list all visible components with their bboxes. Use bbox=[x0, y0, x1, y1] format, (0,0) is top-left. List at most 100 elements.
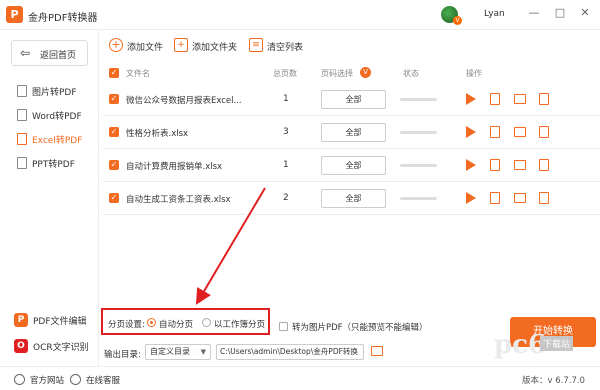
play-icon[interactable] bbox=[466, 93, 476, 105]
col-status: 状态 bbox=[403, 69, 419, 78]
folder-icon[interactable] bbox=[514, 160, 526, 170]
document-icon[interactable] bbox=[490, 126, 500, 138]
home-icon bbox=[14, 374, 25, 385]
watermark-text: pc6 bbox=[494, 330, 547, 360]
status-bar bbox=[400, 197, 437, 200]
col-filename: 文件名 bbox=[126, 69, 150, 78]
output-path-field[interactable]: C:\Users\admin\Desktop\金舟PDF转换 bbox=[216, 344, 364, 360]
pdf-edit-label: PDF文件编辑 bbox=[33, 317, 87, 327]
row-checkbox[interactable]: ✓ bbox=[109, 94, 119, 104]
radio-auto-split[interactable] bbox=[147, 318, 156, 327]
page-count: 2 bbox=[283, 193, 289, 203]
toolbar: + 添加文件 + 添加文件夹 ≡ 清空列表 bbox=[99, 30, 600, 60]
file-name: 自动计算费用报销单.xlsx bbox=[126, 162, 223, 172]
trash-icon[interactable] bbox=[539, 93, 549, 105]
file-name: 微信公众号数据月报表Excel... bbox=[126, 96, 242, 106]
folder-icon[interactable] bbox=[514, 127, 526, 137]
add-folder-label: 添加文件夹 bbox=[192, 43, 238, 53]
play-icon[interactable] bbox=[466, 192, 476, 204]
vip-badge: V bbox=[453, 16, 462, 25]
document-icon[interactable] bbox=[490, 159, 500, 171]
back-home-label: 返回首页 bbox=[40, 51, 77, 61]
folder-plus-icon: + bbox=[174, 38, 188, 52]
vip-feature-icon: V bbox=[360, 67, 371, 78]
headset-icon bbox=[70, 374, 81, 385]
page-split-settings: 分页设置: 自动分页 以工作簿分页 bbox=[101, 308, 270, 335]
website-label: 官方网站 bbox=[30, 376, 65, 386]
close-button[interactable]: ✕ bbox=[577, 5, 593, 21]
ppt-file-icon bbox=[17, 157, 27, 169]
sidebar-item-label: Excel转PDF bbox=[32, 136, 83, 146]
radio-sheet-split[interactable] bbox=[202, 318, 211, 327]
version-text: 版本：v 6.7.7.0 bbox=[522, 376, 585, 386]
word-file-icon bbox=[17, 109, 27, 121]
ocr-label: OCR文字识别 bbox=[33, 343, 89, 353]
status-bar bbox=[400, 164, 437, 167]
output-mode-select[interactable]: 自定义目录 ▼ bbox=[145, 344, 211, 360]
sidebar-item-ppt-to-pdf[interactable]: PPT转PDF bbox=[0, 152, 99, 174]
to-image-pdf-label: 转为图片PDF（只能预览不能编辑） bbox=[292, 323, 428, 333]
select-all-checkbox[interactable]: ✓ bbox=[109, 68, 119, 78]
sidebar-item-excel-to-pdf[interactable]: Excel转PDF bbox=[0, 128, 99, 150]
row-checkbox[interactable]: ✓ bbox=[109, 193, 119, 203]
chevron-down-icon: ▼ bbox=[200, 348, 206, 356]
image-file-icon bbox=[17, 85, 27, 97]
play-icon[interactable] bbox=[466, 126, 476, 138]
to-image-pdf-checkbox[interactable] bbox=[279, 322, 288, 331]
table-row: ✓ 微信公众号数据月报表Excel... 1 全部 bbox=[103, 83, 600, 116]
col-page-range: 页码选择 bbox=[321, 69, 353, 78]
back-home-button[interactable]: ⇦ 返回首页 bbox=[11, 40, 88, 66]
trash-icon[interactable] bbox=[539, 159, 549, 171]
username[interactable]: Lyan bbox=[484, 9, 505, 19]
sidebar-item-word-to-pdf[interactable]: Word转PDF bbox=[0, 104, 99, 126]
plus-icon: + bbox=[109, 38, 123, 52]
ocr-tool[interactable]: O OCR文字识别 bbox=[11, 336, 91, 356]
document-icon[interactable] bbox=[490, 192, 500, 204]
col-actions: 操作 bbox=[466, 69, 482, 78]
sheet-split-label[interactable]: 以工作簿分页 bbox=[214, 318, 265, 330]
table-row: ✓ 自动生成工资条工资表.xlsx 2 全部 bbox=[103, 182, 600, 215]
excel-file-icon bbox=[17, 133, 27, 145]
folder-icon[interactable] bbox=[514, 94, 526, 104]
minimize-button[interactable]: — bbox=[526, 5, 542, 21]
row-checkbox[interactable]: ✓ bbox=[109, 127, 119, 137]
row-checkbox[interactable]: ✓ bbox=[109, 160, 119, 170]
page-split-label: 分页设置: bbox=[108, 320, 145, 330]
page-count: 3 bbox=[283, 127, 289, 137]
sidebar: ⇦ 返回首页 图片转PDF Word转PDF Excel转PDF PPT转PDF… bbox=[0, 30, 99, 366]
browse-folder-icon[interactable] bbox=[371, 346, 383, 356]
back-arrow-icon: ⇦ bbox=[20, 46, 31, 60]
sidebar-item-image-to-pdf[interactable]: 图片转PDF bbox=[0, 80, 99, 102]
trash-icon[interactable] bbox=[539, 126, 549, 138]
sidebar-item-label: Word转PDF bbox=[32, 112, 82, 122]
page-range-select[interactable]: 全部 bbox=[321, 189, 386, 208]
pdf-edit-tool[interactable]: P PDF文件编辑 bbox=[11, 310, 91, 330]
col-pages: 总页数 bbox=[273, 69, 297, 78]
status-bar bbox=[400, 131, 437, 134]
title-bar: P 金舟PDF转换器 V Lyan — □ ✕ bbox=[0, 0, 600, 30]
add-file-label: 添加文件 bbox=[127, 43, 164, 53]
page-range-select[interactable]: 全部 bbox=[321, 123, 386, 142]
file-name: 自动生成工资条工资表.xlsx bbox=[126, 195, 231, 205]
output-mode-value: 自定义目录 bbox=[150, 347, 190, 356]
table-row: ✓ 性格分析表.xlsx 3 全部 bbox=[103, 116, 600, 149]
clear-list-icon: ≡ bbox=[249, 38, 263, 52]
page-range-select[interactable]: 全部 bbox=[321, 156, 386, 175]
page-range-select[interactable]: 全部 bbox=[321, 90, 386, 109]
footer: 官方网站 在线客服 版本：v 6.7.7.0 bbox=[0, 366, 600, 390]
app-title: 金舟PDF转换器 bbox=[28, 13, 98, 24]
page-count: 1 bbox=[283, 160, 289, 170]
maximize-button[interactable]: □ bbox=[552, 5, 568, 21]
status-bar bbox=[400, 98, 437, 101]
clear-list-label: 清空列表 bbox=[267, 43, 304, 53]
pdf-edit-icon: P bbox=[14, 313, 28, 327]
sidebar-item-label: PPT转PDF bbox=[32, 160, 75, 170]
app-logo-icon: P bbox=[6, 6, 23, 23]
play-icon[interactable] bbox=[466, 159, 476, 171]
folder-icon[interactable] bbox=[514, 193, 526, 203]
trash-icon[interactable] bbox=[539, 192, 549, 204]
page-count: 1 bbox=[283, 94, 289, 104]
document-icon[interactable] bbox=[490, 93, 500, 105]
sidebar-item-label: 图片转PDF bbox=[32, 88, 77, 98]
auto-split-label[interactable]: 自动分页 bbox=[159, 318, 193, 330]
